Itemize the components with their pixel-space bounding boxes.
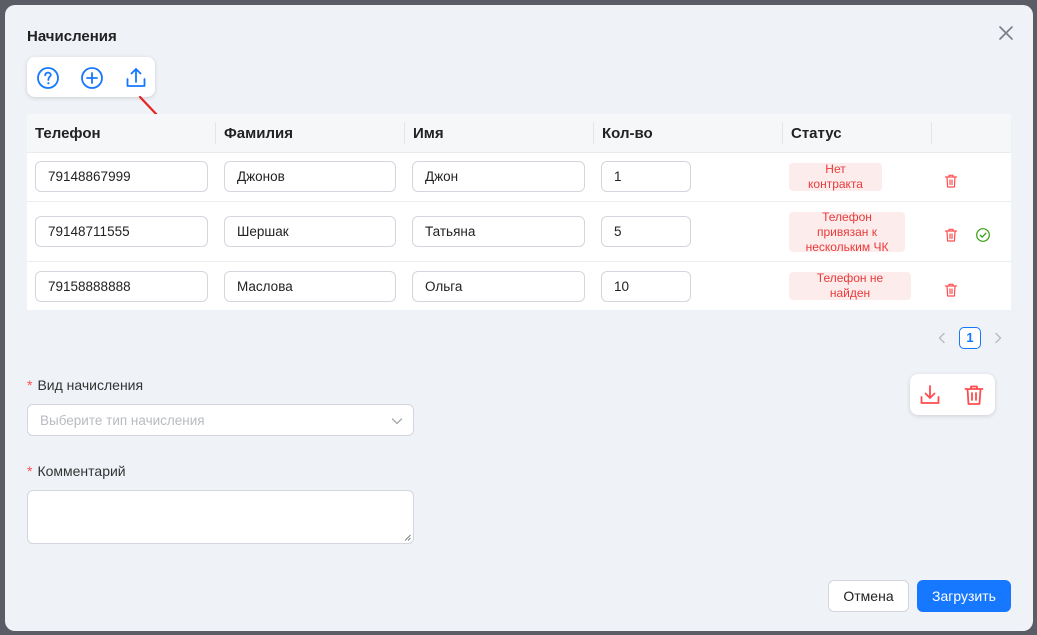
required-mark: * [27,377,33,393]
accruals-table: Телефон Фамилия Имя Кол-во Статус 791488… [27,114,1011,310]
table-row: 79148867999 Джонов Джон 1 Нет контракта [27,152,1011,202]
column-header-first-name: Имя [413,125,444,142]
table-row: 79148711555 Шершак Татьяна 5 Телефон при… [27,202,1011,262]
first-name-input[interactable]: Джон [412,161,585,192]
help-icon[interactable] [36,66,60,90]
status-badge: Телефон не найден [789,271,911,300]
delete-row-icon[interactable] [943,227,959,243]
column-header-status: Статус [791,125,842,142]
cancel-button[interactable]: Отмена [828,580,909,612]
accrual-type-select[interactable]: Выберите тип начисления [27,404,414,436]
column-header-last-name: Фамилия [224,125,293,142]
accruals-dialog: Начисления Телефон Фамилия Имя Кол-во Ст… [5,5,1033,631]
last-name-input[interactable]: Маслова [224,271,396,302]
trash-icon[interactable] [962,383,986,407]
delete-row-icon[interactable] [943,173,959,189]
last-name-input[interactable]: Джонов [224,161,396,192]
download-icon[interactable] [918,383,942,407]
check-circle-icon[interactable] [975,227,991,243]
column-header-quantity: Кол-во [602,125,653,142]
accrual-type-label: * Вид начисления [27,377,143,393]
first-name-input[interactable]: Ольга [412,271,585,302]
resize-handle-icon[interactable] [403,533,411,541]
chevron-left-icon[interactable] [935,331,949,345]
add-icon[interactable] [80,66,104,90]
status-badge: Нет контракта [789,162,882,191]
upload-button[interactable]: Загрузить [917,580,1011,612]
comment-textarea[interactable] [27,490,414,544]
phone-input[interactable]: 79148711555 [35,216,208,247]
quantity-input[interactable]: 1 [601,161,691,192]
delete-row-icon[interactable] [943,282,959,298]
column-divider [931,122,932,144]
close-icon[interactable] [995,22,1017,44]
chevron-down-icon [391,418,403,425]
dialog-title: Начисления [27,28,117,45]
table-header: Телефон Фамилия Имя Кол-во Статус [27,114,1011,153]
first-name-input[interactable]: Татьяна [412,216,585,247]
accrual-type-label-text: Вид начисления [37,377,144,393]
required-mark: * [27,463,33,479]
pagination-current-page[interactable]: 1 [959,327,981,349]
column-header-phone: Телефон [35,125,101,142]
comment-label-text: Комментарий [37,463,126,479]
toolbar [27,57,155,97]
phone-input[interactable]: 79148867999 [35,161,208,192]
chevron-right-icon[interactable] [991,331,1005,345]
table-row: 79158888888 Маслова Ольга 10 Телефон не … [27,262,1011,310]
status-badge: Телефон привязан к нескольким ЧК [789,210,905,254]
comment-label: * Комментарий [27,463,126,479]
quantity-input[interactable]: 5 [601,216,691,247]
accrual-type-placeholder: Выберите тип начисления [40,413,205,428]
quantity-input[interactable]: 10 [601,271,691,302]
last-name-input[interactable]: Шершак [224,216,396,247]
file-actions [910,374,995,415]
upload-icon[interactable] [124,66,148,90]
phone-input[interactable]: 79158888888 [35,271,208,302]
